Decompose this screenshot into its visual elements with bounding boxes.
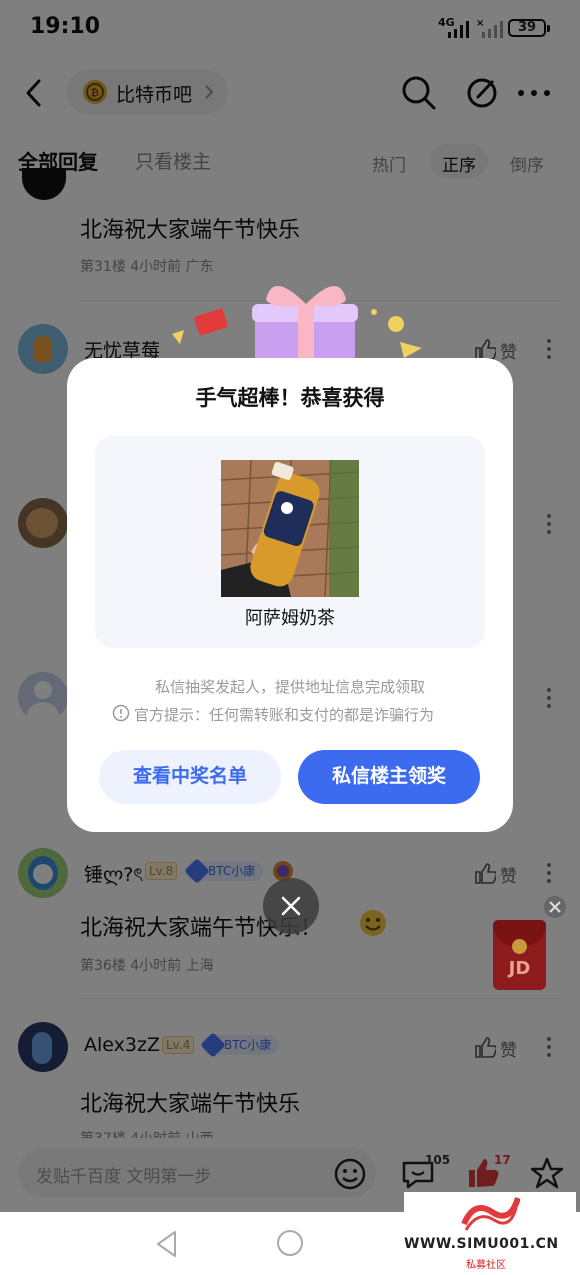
nav-home-icon[interactable] (276, 1229, 304, 1257)
view-winners-button[interactable]: 查看中奖名单 (99, 750, 281, 804)
red-packet-label: JD (508, 958, 531, 979)
watermark-url: WWW.SIMU001.CN (404, 1236, 559, 1252)
prize-photo (221, 460, 359, 597)
claim-prize-button[interactable]: 私信楼主领奖 (298, 750, 480, 804)
info-icon (112, 704, 130, 722)
prize-name: 阿萨姆奶茶 (245, 608, 335, 629)
watermark-logo-icon (461, 1197, 520, 1231)
close-modal-button[interactable] (263, 878, 319, 934)
nav-back-icon[interactable] (154, 1229, 180, 1259)
claim-note: 私信抽奖发起人，提供地址信息完成领取 (154, 678, 425, 696)
modal-title: 手气超棒！恭喜获得 (195, 386, 385, 410)
gift-box-icon (172, 285, 422, 366)
close-ad-icon[interactable] (543, 895, 567, 919)
red-packet-ad[interactable]: JD (493, 920, 546, 990)
prize-image (221, 460, 359, 597)
watermark-sub: 私募社区 (466, 1260, 506, 1271)
close-icon (281, 896, 301, 916)
fraud-warning: 官方提示：任何需转账和支付的都是诈骗行为 (134, 706, 435, 724)
